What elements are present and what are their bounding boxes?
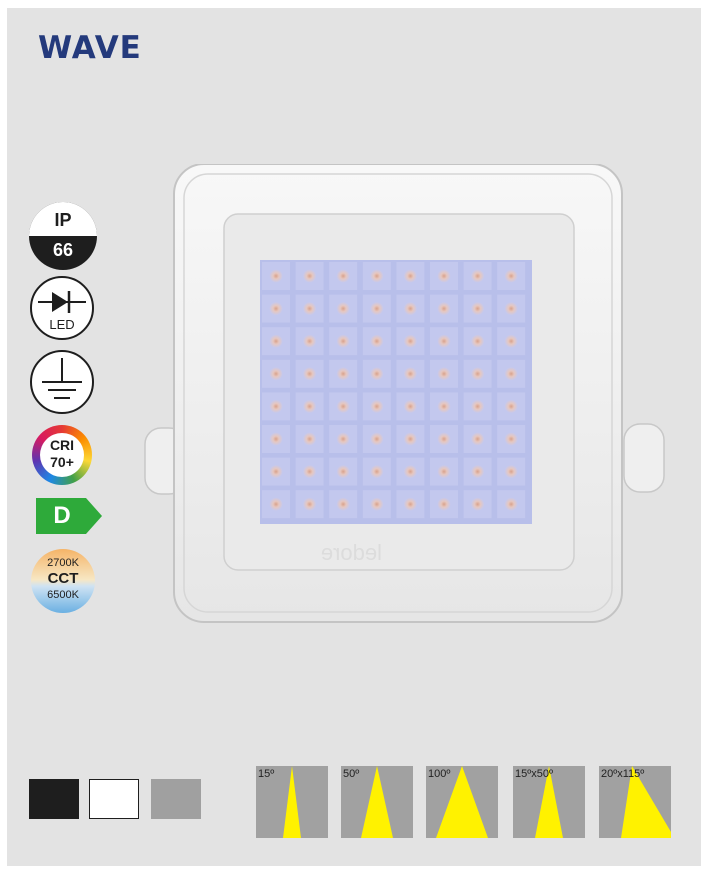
led-emitter <box>269 432 283 446</box>
right-bracket <box>623 423 665 493</box>
led-emitter <box>269 399 283 413</box>
beam-15x50-label: 15ºx50º <box>515 768 554 780</box>
ground-badge <box>30 350 94 414</box>
led-emitter <box>471 302 485 316</box>
led-emitter <box>336 334 350 348</box>
led-emitter <box>336 302 350 316</box>
cri-label: CRI <box>49 437 75 453</box>
ground-icon <box>42 358 82 399</box>
led-emitter <box>437 367 451 381</box>
ip-label: IP <box>54 210 72 230</box>
beam-100-label: 100º <box>428 768 451 780</box>
led-emitter <box>504 497 518 511</box>
led-emitter <box>303 367 317 381</box>
led-emitter <box>504 399 518 413</box>
led-emitter <box>504 465 518 479</box>
finish-swatch-grey <box>151 779 201 819</box>
led-emitter <box>303 334 317 348</box>
led-emitter <box>403 302 417 316</box>
led-emitter <box>303 465 317 479</box>
led-emitter <box>403 334 417 348</box>
led-badge: LED <box>30 276 94 340</box>
led-emitter <box>269 465 283 479</box>
led-emitter <box>269 269 283 283</box>
led-emitter <box>370 269 384 283</box>
finish-swatch-black <box>29 779 79 819</box>
cct-cool: 6500K <box>47 589 79 601</box>
led-emitter <box>471 497 485 511</box>
led-emitter <box>403 269 417 283</box>
cct-badge: 2700K CCT 6500K <box>31 549 95 613</box>
finish-swatch-white <box>89 779 139 819</box>
beam-15-label: 15º <box>258 768 275 780</box>
svg-text:ledore: ledore <box>321 540 382 565</box>
led-emitter <box>437 399 451 413</box>
led-emitter <box>403 465 417 479</box>
led-emitter <box>303 269 317 283</box>
led-emitter <box>403 497 417 511</box>
beam-angle-50: 50º <box>341 766 413 838</box>
cri-value: 70+ <box>50 454 74 470</box>
led-emitter <box>269 302 283 316</box>
led-emitter <box>336 497 350 511</box>
beam-angle-20x115: 20ºx115º <box>599 766 671 838</box>
ip-rating: 66 <box>52 240 74 260</box>
led-emitter <box>504 269 518 283</box>
energy-class-label: D <box>53 502 71 529</box>
led-emitter <box>370 302 384 316</box>
led-emitter <box>437 302 451 316</box>
product-title: WAVE <box>38 30 142 66</box>
led-emitter <box>336 432 350 446</box>
led-emitter <box>269 497 283 511</box>
led-emitter <box>504 432 518 446</box>
led-emitter <box>471 465 485 479</box>
beam-20x115-label: 20ºx115º <box>601 768 645 780</box>
led-emitter <box>471 432 485 446</box>
led-emitter <box>370 399 384 413</box>
beam-angle-100: 100º <box>426 766 498 838</box>
led-emitter <box>370 465 384 479</box>
led-emitter <box>504 367 518 381</box>
led-emitter <box>504 334 518 348</box>
beam-50-label: 50º <box>343 768 360 780</box>
led-emitter <box>303 497 317 511</box>
led-emitter <box>471 367 485 381</box>
led-emitter <box>437 497 451 511</box>
cri-badge: CRI 70+ <box>32 425 92 485</box>
led-emitter <box>437 465 451 479</box>
led-emitter <box>370 497 384 511</box>
cct-warm: 2700K <box>47 557 79 569</box>
led-emitter <box>437 269 451 283</box>
led-emitter <box>336 465 350 479</box>
led-emitter <box>370 432 384 446</box>
led-emitter <box>269 367 283 381</box>
floodlight-image: ledore <box>144 164 665 623</box>
beam-angle-15x50: 15ºx50º <box>513 766 585 838</box>
led-emitter <box>303 399 317 413</box>
ip66-badge: IP 66 <box>29 202 97 270</box>
led-emitter <box>471 269 485 283</box>
beam-angle-15: 15º <box>256 766 328 838</box>
led-emitter <box>269 334 283 348</box>
led-emitter <box>403 367 417 381</box>
led-emitter <box>336 399 350 413</box>
led-emitter <box>336 269 350 283</box>
led-emitter <box>303 432 317 446</box>
led-emitter <box>336 367 350 381</box>
led-emitter <box>370 367 384 381</box>
led-emitter <box>437 432 451 446</box>
led-emitter <box>437 334 451 348</box>
led-emitter <box>403 432 417 446</box>
led-emitter <box>403 399 417 413</box>
led-emitter <box>504 302 518 316</box>
led-emitter <box>471 334 485 348</box>
led-emitter <box>303 302 317 316</box>
led-emitter <box>370 334 384 348</box>
led-emitter <box>471 399 485 413</box>
cct-label: CCT <box>47 570 79 587</box>
led-label: LED <box>49 317 75 332</box>
